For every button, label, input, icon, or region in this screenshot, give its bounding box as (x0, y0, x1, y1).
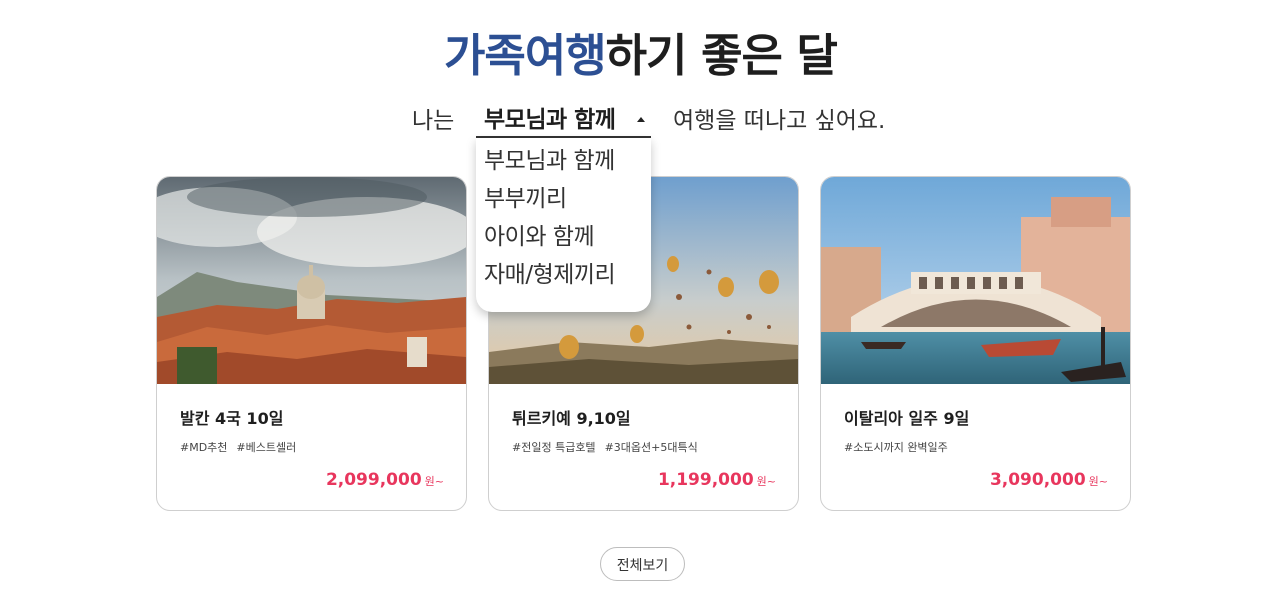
companion-select-value: 부모님과 함께 (484, 107, 616, 133)
tour-price: 2,099,000 원~ (326, 470, 444, 490)
companion-option-couple[interactable]: 부부끼리 (484, 184, 567, 214)
price-unit: 원~ (1088, 475, 1108, 488)
page-title: 가족여행하기 좋은 달 (0, 26, 1281, 86)
tour-photo-dubrovnik (157, 177, 466, 384)
companion-option-parents[interactable]: 부모님과 함께 (484, 146, 615, 176)
tour-card-italy[interactable]: 이탈리아 일주 9일 #소도시까지 완벽일주 3,090,000 원~ (820, 176, 1131, 511)
tour-tag: #소도시까지 완벽일주 (844, 441, 948, 454)
sentence-prefix: 나는 (412, 108, 455, 134)
title-accent: 가족여행 (444, 29, 607, 82)
companion-option-kids[interactable]: 아이와 함께 (484, 222, 595, 252)
tour-tag: #전일정 특급호텔 (512, 441, 596, 454)
title-rest: 하기 좋은 달 (605, 29, 838, 82)
tour-tags: #소도시까지 완벽일주 (844, 439, 957, 455)
tour-card-balkan[interactable]: 발칸 4국 10일 #MD추천 #베스트셀러 2,099,000 원~ (156, 176, 467, 511)
price-value: 3,090,000 (989, 470, 1086, 490)
view-all-button[interactable]: 전체보기 (600, 547, 685, 581)
caret-up-icon (637, 117, 645, 122)
companion-select[interactable]: 부모님과 함께 (476, 102, 651, 138)
tour-price: 3,090,000 원~ (990, 470, 1108, 490)
tour-tag: #3대옵션+5대특식 (604, 441, 698, 454)
tour-tag: #MD추천 (180, 441, 228, 454)
tour-title: 튀르키예 9,10일 (512, 409, 631, 428)
companion-option-siblings[interactable]: 자매/형제끼리 (484, 260, 616, 290)
tour-photo-venice (821, 177, 1130, 384)
tour-tag: #베스트셀러 (236, 441, 297, 454)
price-unit: 원~ (756, 475, 776, 488)
price-unit: 원~ (424, 475, 444, 488)
price-value: 2,099,000 (325, 470, 422, 490)
tour-price: 1,199,000 원~ (658, 470, 776, 490)
price-value: 1,199,000 (657, 470, 754, 490)
tour-tags: #전일정 특급호텔 #3대옵션+5대특식 (512, 439, 707, 455)
companion-dropdown: 부모님과 함께 부부끼리 아이와 함께 자매/형제끼리 (476, 138, 651, 312)
tour-tags: #MD추천 #베스트셀러 (180, 439, 305, 455)
tour-title: 이탈리아 일주 9일 (844, 409, 970, 428)
tour-title: 발칸 4국 10일 (180, 409, 284, 428)
sentence-suffix: 여행을 떠나고 싶어요. (673, 108, 886, 134)
